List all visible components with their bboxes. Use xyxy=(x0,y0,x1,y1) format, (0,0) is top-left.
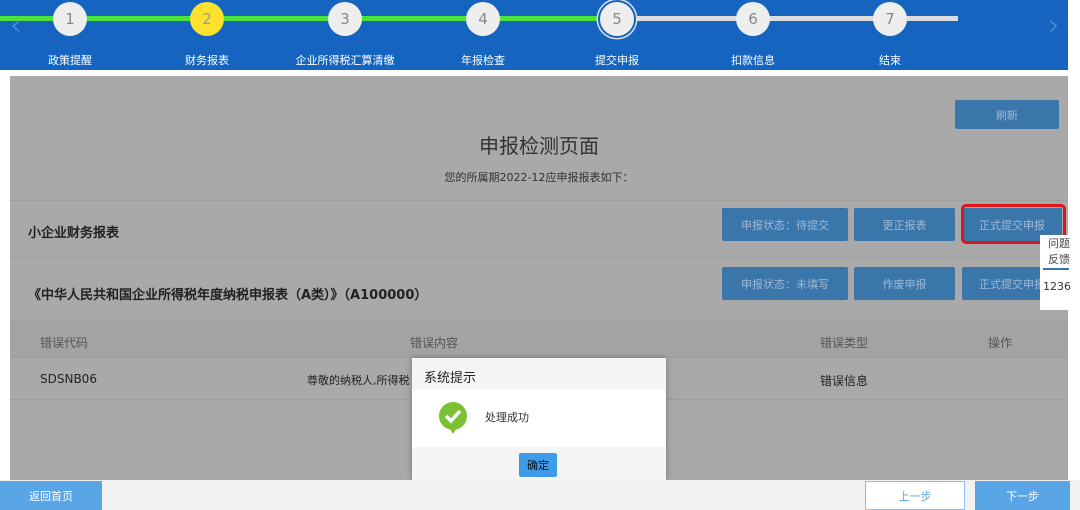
next-step-button[interactable]: 下一步 xyxy=(975,481,1070,510)
feedback-label: 问题 xyxy=(1048,237,1070,250)
cell-type: 错误信息 xyxy=(820,374,869,388)
step-progress-bar: ‹ › 1 政策提醒 2 财务报表 3 企业所得税汇算清缴 4 年报检查 5 提交申报 6 扣款信息 7… xyxy=(0,0,1068,70)
col-op: 操作 xyxy=(988,336,1013,350)
status-button[interactable]: 申报状态：待提交 xyxy=(722,208,848,241)
col-code: 错误代码 xyxy=(40,336,89,350)
ok-button[interactable]: 确定 xyxy=(519,453,557,477)
col-content: 错误内容 xyxy=(410,336,459,350)
report-row: 《中华人民共和国企业所得税年度纳税申报表（A类）》（A100000） 申报状态：… xyxy=(10,258,1068,322)
dialog-title: 系统提示 xyxy=(424,371,477,386)
step-5-circle[interactable]: 5 xyxy=(600,2,634,36)
step-3-circle[interactable]: 3 xyxy=(328,2,362,36)
col-type: 错误类型 xyxy=(820,336,869,350)
step-label[interactable]: 政策提醒 xyxy=(10,52,130,68)
step-2-circle[interactable]: 2 xyxy=(190,2,224,36)
bottom-bar: 返回首页 上一步 下一步 xyxy=(0,480,1080,510)
prev-step-button[interactable]: 上一步 xyxy=(865,481,965,510)
page-subtitle: 您的所属期2022-12应申报报表如下： xyxy=(444,171,634,184)
void-report-button[interactable]: 作废申报 xyxy=(854,267,955,300)
refresh-button[interactable]: 刷新 xyxy=(955,100,1059,129)
dialog-message: 处理成功 xyxy=(485,411,529,424)
cell-code: SDSNB06 xyxy=(40,372,97,386)
hotline-number: 1236 xyxy=(1043,280,1071,293)
step-7-circle[interactable]: 7 xyxy=(873,2,907,36)
system-dialog: 系统提示 处理成功 确定 xyxy=(412,358,666,480)
cell-content: 尊敬的纳税人,所得税 xyxy=(307,374,410,387)
home-button[interactable]: 返回首页 xyxy=(0,481,102,510)
table-header: 错误代码 错误内容 错误类型 操作 xyxy=(10,322,1068,358)
report-name: 小企业财务报表 xyxy=(28,226,120,241)
correct-report-button[interactable]: 更正报表 xyxy=(854,208,955,241)
dialog-body: 处理成功 xyxy=(412,390,666,447)
progress-line-done xyxy=(0,16,617,21)
report-name: 《中华人民共和国企业所得税年度纳税申报表（A类）》（A100000） xyxy=(28,288,428,303)
step-6-circle[interactable]: 6 xyxy=(736,2,770,36)
step-label[interactable]: 扣款信息 xyxy=(693,52,813,68)
step-label[interactable]: 提交申报 xyxy=(557,52,677,68)
prev-arrow-icon[interactable]: ‹ xyxy=(10,8,22,43)
step-label[interactable]: 财务报表 xyxy=(147,52,267,68)
next-arrow-icon[interactable]: › xyxy=(1048,8,1060,43)
report-row: 小企业财务报表 申报状态：待提交 更正报表 正式提交申报 xyxy=(10,200,1068,258)
step-4-circle[interactable]: 4 xyxy=(466,2,500,36)
step-label[interactable]: 结束 xyxy=(830,52,950,68)
page-title: 申报检测页面 xyxy=(479,134,599,158)
divider xyxy=(1043,268,1069,270)
feedback-widget[interactable]: 问题 反馈 1236 xyxy=(1040,235,1080,310)
feedback-label: 反馈 xyxy=(1048,253,1070,266)
step-label[interactable]: 企业所得税汇算清缴 xyxy=(285,52,405,68)
step-1-circle[interactable]: 1 xyxy=(53,2,87,36)
success-check-icon xyxy=(439,402,467,434)
status-button[interactable]: 申报状态：未填写 xyxy=(722,267,848,300)
step-label[interactable]: 年报检查 xyxy=(423,52,543,68)
